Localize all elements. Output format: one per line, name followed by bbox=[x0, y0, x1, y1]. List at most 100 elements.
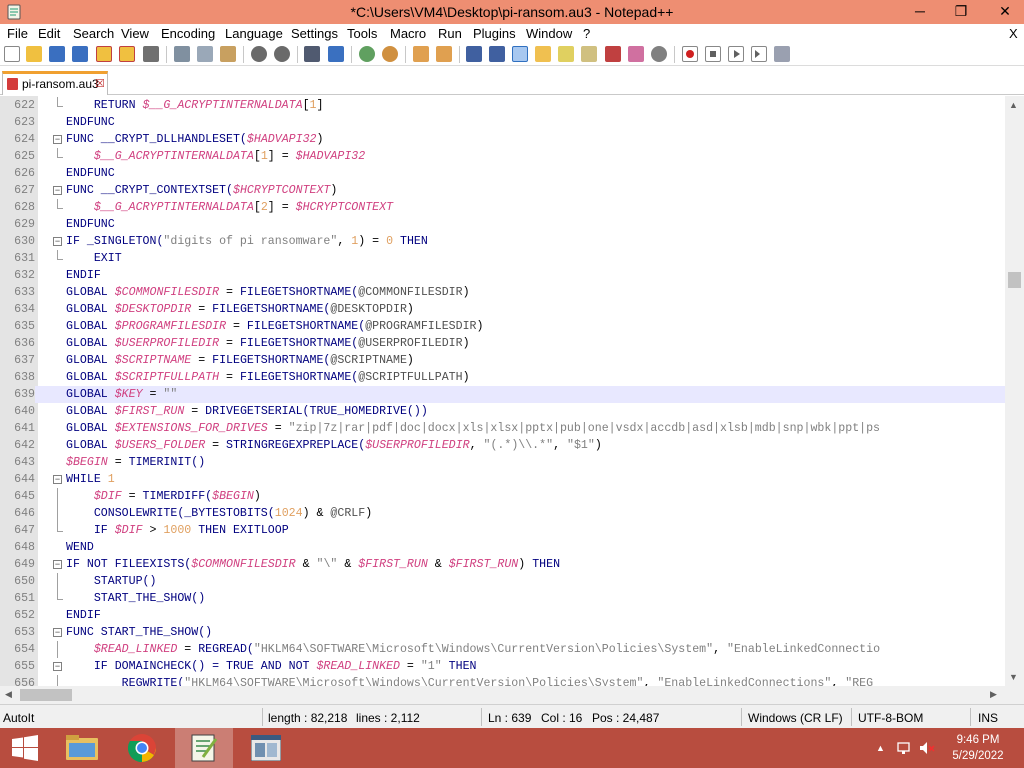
fold-toggle-icon[interactable]: − bbox=[53, 135, 62, 144]
system-clock[interactable]: 9:46 PM 5/29/2022 bbox=[940, 732, 1016, 764]
menu-run[interactable]: Run bbox=[438, 26, 462, 41]
code-line[interactable]: 624 FUNC __CRYPT_DLLHANDLESET($HADVAPI32) bbox=[0, 131, 1005, 148]
zoom-in-icon[interactable] bbox=[359, 46, 375, 62]
open-file-icon[interactable] bbox=[26, 46, 42, 62]
menu-search[interactable]: Search bbox=[73, 26, 114, 41]
notepadpp-taskbar-button[interactable] bbox=[175, 728, 233, 768]
code-line[interactable]: 640 GLOBAL $FIRST_RUN = DRIVEGETSERIAL(TR… bbox=[0, 403, 1005, 420]
code-line[interactable]: 655 IF DOMAINCHECK() = TRUE AND NOT $REA… bbox=[0, 658, 1005, 675]
tab-close-icon[interactable]: ☒ bbox=[95, 77, 105, 90]
show-all-chars-icon[interactable] bbox=[489, 46, 505, 62]
save-macro-icon[interactable] bbox=[774, 46, 790, 62]
folder-workspace-icon[interactable] bbox=[581, 46, 597, 62]
save-icon[interactable] bbox=[49, 46, 65, 62]
undo-icon[interactable] bbox=[251, 46, 267, 62]
stop-record-icon[interactable] bbox=[705, 46, 721, 62]
print-icon[interactable] bbox=[143, 46, 159, 62]
horizontal-scrollbar[interactable]: ◀ ▶ bbox=[0, 686, 1005, 704]
zoom-out-icon[interactable] bbox=[382, 46, 398, 62]
volume-muted-icon[interactable] bbox=[919, 740, 935, 756]
code-line[interactable]: 638 GLOBAL $SCRIPTFULLPATH = FILEGETSHORT… bbox=[0, 369, 1005, 386]
code-line[interactable]: 645 $DIF = TIMERDIFF($BEGIN) bbox=[0, 488, 1005, 505]
code-line[interactable]: 636 GLOBAL $USERPROFILEDIR = FILEGETSHORT… bbox=[0, 335, 1005, 352]
fold-toggle-icon[interactable]: − bbox=[53, 560, 62, 569]
play-macro-icon[interactable] bbox=[728, 46, 744, 62]
vertical-scroll-thumb[interactable] bbox=[1008, 272, 1021, 288]
close-document-button[interactable]: X bbox=[1009, 26, 1018, 41]
menu-plugins[interactable]: Plugins bbox=[473, 26, 516, 41]
network-icon[interactable] bbox=[897, 740, 913, 756]
file-explorer-button[interactable] bbox=[53, 728, 111, 768]
menu-file[interactable]: File bbox=[7, 26, 28, 41]
vertical-scrollbar[interactable]: ▲ ▼ bbox=[1005, 96, 1024, 686]
fold-toggle-icon[interactable]: − bbox=[53, 628, 62, 637]
tab-pi-ransom[interactable]: pi-ransom.au3 ☒ bbox=[2, 71, 108, 95]
monitor-icon[interactable] bbox=[605, 46, 621, 62]
code-line[interactable]: 641 GLOBAL $EXTENSIONS_FOR_DRIVES = "zip|… bbox=[0, 420, 1005, 437]
code-line[interactable]: 627 FUNC __CRYPT_CONTEXTSET($HCRYPTCONTEX… bbox=[0, 182, 1005, 199]
word-wrap-icon[interactable] bbox=[466, 46, 482, 62]
menu-encoding[interactable]: Encoding bbox=[161, 26, 215, 41]
close-window-button[interactable]: ✕ bbox=[986, 0, 1024, 22]
code-line[interactable]: 646 CONSOLEWRITE(_BYTESTOBITS(1024) & @C… bbox=[0, 505, 1005, 522]
document-list-icon[interactable] bbox=[651, 46, 667, 62]
code-line[interactable]: 654 $READ_LINKED = REGREAD("HKLM64\SOFTW… bbox=[0, 641, 1005, 658]
indent-guide-icon[interactable] bbox=[512, 46, 528, 62]
redo-icon[interactable] bbox=[274, 46, 290, 62]
menu-help[interactable]: ? bbox=[583, 26, 590, 41]
scroll-down-icon[interactable]: ▼ bbox=[1009, 672, 1018, 682]
scroll-up-icon[interactable]: ▲ bbox=[1009, 100, 1018, 110]
code-line[interactable]: 622 RETURN $__G_ACRYPTINTERNALDATA[1] bbox=[0, 97, 1005, 114]
code-line[interactable]: 637 GLOBAL $SCRIPTNAME = FILEGETSHORTNAME… bbox=[0, 352, 1005, 369]
code-line[interactable]: 650 STARTUP() bbox=[0, 573, 1005, 590]
code-line[interactable]: 639 GLOBAL $KEY = "" bbox=[0, 386, 1005, 403]
run-macro-multiple-icon[interactable] bbox=[751, 46, 767, 62]
find-icon[interactable] bbox=[304, 46, 320, 62]
app-window-button[interactable] bbox=[237, 728, 295, 768]
menu-tools[interactable]: Tools bbox=[347, 26, 377, 41]
code-line[interactable]: 652 ENDIF bbox=[0, 607, 1005, 624]
menu-edit[interactable]: Edit bbox=[38, 26, 60, 41]
code-line[interactable]: 623 ENDFUNC bbox=[0, 114, 1005, 131]
sync-vertical-icon[interactable] bbox=[413, 46, 429, 62]
code-line[interactable]: 633 GLOBAL $COMMONFILESDIR = FILEGETSHORT… bbox=[0, 284, 1005, 301]
fold-toggle-icon[interactable]: − bbox=[53, 186, 62, 195]
code-line[interactable]: 651 START_THE_SHOW() bbox=[0, 590, 1005, 607]
paste-icon[interactable] bbox=[220, 46, 236, 62]
cut-icon[interactable] bbox=[174, 46, 190, 62]
chrome-button[interactable] bbox=[113, 728, 171, 768]
menu-settings[interactable]: Settings bbox=[291, 26, 338, 41]
fold-toggle-icon[interactable]: − bbox=[53, 475, 62, 484]
scroll-right-icon[interactable]: ▶ bbox=[990, 689, 997, 700]
code-line[interactable]: 649 IF NOT FILEEXISTS($COMMONFILESDIR & "… bbox=[0, 556, 1005, 573]
replace-icon[interactable] bbox=[328, 46, 344, 62]
minimize-button[interactable]: ─ bbox=[904, 0, 936, 22]
code-line[interactable]: 634 GLOBAL $DESKTOPDIR = FILEGETSHORTNAME… bbox=[0, 301, 1005, 318]
code-editor[interactable]: 622 RETURN $__G_ACRYPTINTERNALDATA[1] 623… bbox=[0, 96, 1005, 686]
close-all-icon[interactable] bbox=[119, 46, 135, 62]
menu-window[interactable]: Window bbox=[526, 26, 572, 41]
code-line[interactable]: 643 $BEGIN = TIMERINIT() bbox=[0, 454, 1005, 471]
function-list-icon[interactable] bbox=[535, 46, 551, 62]
menu-view[interactable]: View bbox=[121, 26, 149, 41]
code-line[interactable]: 626 ENDFUNC bbox=[0, 165, 1005, 182]
save-all-icon[interactable] bbox=[72, 46, 88, 62]
code-line[interactable]: 631 EXIT bbox=[0, 250, 1005, 267]
code-line[interactable]: 632 ENDIF bbox=[0, 267, 1005, 284]
sync-horizontal-icon[interactable] bbox=[436, 46, 452, 62]
folder-as-workspace-icon[interactable] bbox=[628, 46, 644, 62]
tray-overflow-icon[interactable]: ▲ bbox=[876, 743, 885, 753]
copy-icon[interactable] bbox=[197, 46, 213, 62]
start-button[interactable] bbox=[0, 728, 58, 768]
code-line[interactable]: 629 ENDFUNC bbox=[0, 216, 1005, 233]
code-line[interactable]: 630 IF _SINGLETON("digits of pi ransomwar… bbox=[0, 233, 1005, 250]
code-line[interactable]: 642 GLOBAL $USERS_FOLDER = STRINGREGEXPRE… bbox=[0, 437, 1005, 454]
close-icon[interactable] bbox=[96, 46, 112, 62]
menu-macro[interactable]: Macro bbox=[390, 26, 426, 41]
code-line[interactable]: 635 GLOBAL $PROGRAMFILESDIR = FILEGETSHOR… bbox=[0, 318, 1005, 335]
code-line[interactable]: 628 $__G_ACRYPTINTERNALDATA[2] = $HCRYPT… bbox=[0, 199, 1005, 216]
new-file-icon[interactable] bbox=[4, 46, 20, 62]
code-line[interactable]: 648 WEND bbox=[0, 539, 1005, 556]
maximize-button[interactable]: ❐ bbox=[945, 0, 977, 22]
scroll-left-icon[interactable]: ◀ bbox=[5, 689, 12, 700]
